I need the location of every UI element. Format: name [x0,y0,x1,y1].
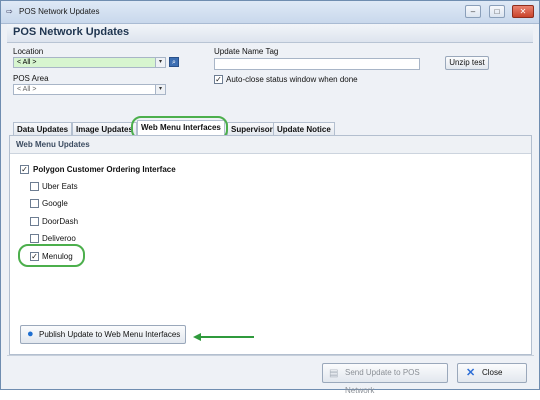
tab-supervisor[interactable]: Supervisor [227,122,277,135]
deliveroo-checkbox[interactable] [30,234,39,243]
page-header: POS Network Updates [7,24,533,43]
chevron-down-icon[interactable]: ▾ [155,85,165,94]
tab-image-updates[interactable]: Image Updates [72,122,137,135]
window: ⇨ POS Network Updates – □ ✕ POS Network … [0,0,540,395]
send-update-button[interactable]: ▤ Send Update to POS Network [322,363,448,395]
app-icon: ⇨ [6,7,13,16]
polygon-label: Polygon Customer Ordering Interface [33,165,176,174]
location-label: Location [13,47,44,56]
close-label: Close [482,368,503,377]
send-icon: ▤ [329,368,339,379]
pos-area-label: POS Area [13,74,49,83]
uber-eats-checkbox[interactable] [30,182,39,191]
pos-area-select[interactable]: < All > ▾ [13,84,166,95]
close-button[interactable]: ✕ Close [457,363,527,383]
update-name-input[interactable] [214,58,420,70]
window-title: POS Network Updates [19,7,100,16]
tab-panel: Web Menu Updates ✓ Polygon Customer Orde… [9,135,532,355]
send-update-label: Send Update to POS Network [345,368,420,395]
section-header: Web Menu Updates [10,136,531,154]
google-label: Google [42,199,68,208]
auto-close-label: Auto-close status window when done [226,75,358,84]
doordash-checkbox[interactable] [30,217,39,226]
pos-area-value: < All > [17,86,37,93]
minimize-button[interactable]: – [465,5,481,18]
maximize-button[interactable]: □ [489,5,505,18]
title-bar: ⇨ POS Network Updates – □ ✕ [1,1,539,24]
footer: ▤ Send Update to POS Network ✕ Close [7,355,534,395]
google-checkbox[interactable] [30,199,39,208]
tab-update-notice[interactable]: Update Notice [273,122,335,135]
location-value: < All > [17,59,37,66]
close-window-button[interactable]: ✕ [512,5,534,18]
tab-data-updates[interactable]: Data Updates [13,122,73,135]
publish-update-label: Publish Update to Web Menu Interfaces [39,330,181,339]
doordash-label: DoorDash [42,217,79,226]
arrow-annotation [193,333,254,341]
auto-close-checkbox[interactable]: ✓ [214,75,223,84]
chevron-down-icon[interactable]: ▾ [155,58,165,67]
location-lookup-icon[interactable]: ⌕ [169,57,179,67]
unzip-test-button[interactable]: Unzip test [445,56,489,70]
publish-update-button[interactable]: ● Publish Update to Web Menu Interfaces [20,325,186,344]
polygon-checkbox[interactable]: ✓ [20,165,29,174]
close-x-icon: ✕ [466,367,476,379]
location-select[interactable]: < All > ▾ [13,57,166,68]
map-pin-icon: ● [27,328,34,340]
section-title: Web Menu Updates [16,140,90,149]
update-name-label: Update Name Tag [214,47,279,56]
deliveroo-label: Deliveroo [42,234,76,243]
uber-eats-label: Uber Eats [42,182,78,191]
menulog-highlight-oval [18,244,85,267]
page-title: POS Network Updates [13,26,130,38]
